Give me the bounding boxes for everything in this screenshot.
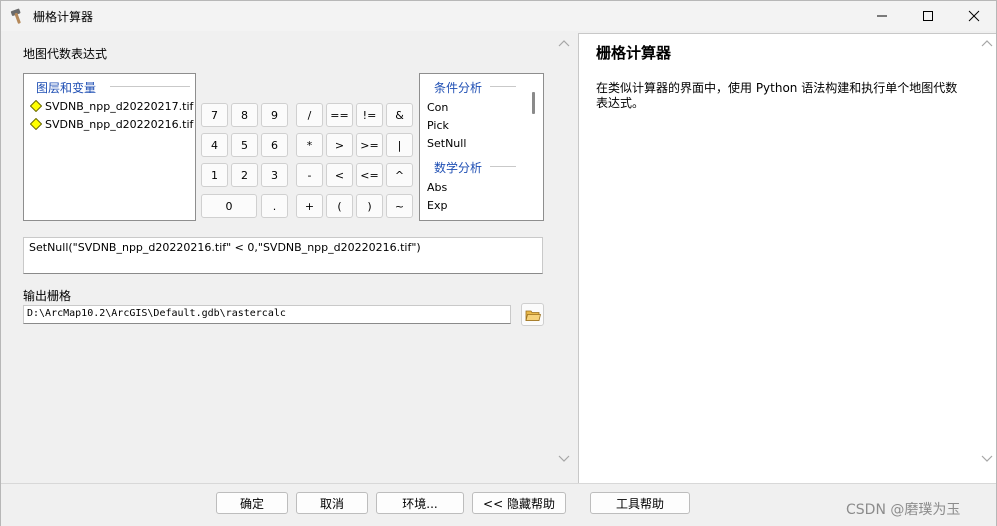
layer-item-1[interactable]: SVDNB_npp_d20220216.tif: [30, 115, 193, 133]
maximize-icon: [923, 11, 933, 21]
left-scrollbar[interactable]: [557, 35, 571, 471]
layer-name: SVDNB_npp_d20220217.tif: [45, 99, 194, 113]
tool-help-button[interactable]: 工具帮助: [590, 492, 690, 514]
folder-icon: [524, 310, 541, 321]
browse-button[interactable]: [521, 303, 544, 326]
key-3[interactable]: 3: [261, 163, 288, 187]
conditional-header: 条件分析: [434, 81, 483, 95]
expression-label: 地图代数表达式: [23, 47, 108, 61]
functions-scrollbar-thumb[interactable]: [532, 92, 535, 114]
title-bar: 栅格计算器: [1, 1, 996, 31]
help-description: 在类似计算器的界面中，使用 Python 语法构建和执行单个地图代数表达式。: [596, 81, 958, 110]
math-header: 数学分析: [434, 161, 483, 175]
functions-list[interactable]: 条件分析 Con Pick SetNull 数学分析 Abs Exp: [419, 73, 544, 221]
key-greater-equal[interactable]: >=: [356, 133, 383, 157]
function-con[interactable]: Con: [427, 101, 448, 114]
key-1[interactable]: 1: [201, 163, 228, 187]
help-pane: 栅格计算器 在类似计算器的界面中，使用 Python 语法构建和执行单个地图代数…: [578, 33, 996, 483]
key-close-paren[interactable]: ): [356, 194, 383, 218]
key-plus[interactable]: +: [296, 194, 323, 218]
key-5[interactable]: 5: [231, 133, 258, 157]
key-greater[interactable]: >: [326, 133, 353, 157]
key-minus[interactable]: -: [296, 163, 323, 187]
function-setnull[interactable]: SetNull: [427, 137, 466, 150]
key-or[interactable]: |: [386, 133, 413, 157]
help-title: 栅格计算器: [596, 44, 672, 62]
key-equal[interactable]: ==: [326, 103, 353, 127]
raster-calculator-window: 栅格计算器 地图代数表达式 图层和变量 SVDNB_npp_d20220217.…: [0, 0, 997, 526]
output-raster-input[interactable]: D:\ArcMap10.2\ArcGIS\Default.gdb\rasterc…: [23, 305, 511, 324]
minimize-button[interactable]: [859, 1, 905, 31]
key-decimal[interactable]: .: [261, 194, 288, 218]
hide-help-button[interactable]: << 隐藏帮助: [472, 492, 566, 514]
ok-button[interactable]: 确定: [216, 492, 288, 514]
watermark: CSDN @磨璞为玉: [846, 502, 961, 518]
key-0[interactable]: 0: [201, 194, 257, 218]
divider: [110, 86, 190, 87]
key-open-paren[interactable]: (: [326, 194, 353, 218]
raster-layer-icon: [30, 118, 42, 130]
key-multiply[interactable]: *: [296, 133, 323, 157]
cancel-button[interactable]: 取消: [296, 492, 368, 514]
key-less-equal[interactable]: <=: [356, 163, 383, 187]
key-xor[interactable]: ^: [386, 163, 413, 187]
output-raster-label: 输出栅格: [23, 289, 72, 303]
maximize-button[interactable]: [905, 1, 951, 31]
key-not-equal[interactable]: !=: [356, 103, 383, 127]
chevron-down-icon: [558, 455, 570, 462]
key-6[interactable]: 6: [261, 133, 288, 157]
help-scrollbar[interactable]: [980, 35, 994, 471]
layers-header: 图层和变量: [36, 81, 97, 95]
divider: [490, 166, 516, 167]
function-abs[interactable]: Abs: [427, 181, 447, 194]
key-divide[interactable]: /: [296, 103, 323, 127]
key-not[interactable]: ~: [386, 194, 413, 218]
function-pick[interactable]: Pick: [427, 119, 449, 132]
layer-item-0[interactable]: SVDNB_npp_d20220217.tif: [30, 97, 193, 115]
chevron-up-icon: [981, 40, 993, 47]
key-7[interactable]: 7: [201, 103, 228, 127]
close-icon: [968, 10, 980, 22]
key-and[interactable]: &: [386, 103, 413, 127]
layers-list[interactable]: 图层和变量 SVDNB_npp_d20220217.tif SVDNB_npp_…: [23, 73, 196, 221]
key-8[interactable]: 8: [231, 103, 258, 127]
chevron-up-icon: [558, 40, 570, 47]
key-less[interactable]: <: [326, 163, 353, 187]
key-9[interactable]: 9: [261, 103, 288, 127]
chevron-down-icon: [981, 455, 993, 462]
raster-layer-icon: [30, 100, 42, 112]
function-exp[interactable]: Exp: [427, 199, 447, 212]
layer-name: SVDNB_npp_d20220216.tif: [45, 117, 194, 131]
window-title: 栅格计算器: [33, 10, 94, 24]
close-button[interactable]: [951, 1, 997, 31]
hammer-icon: [10, 8, 21, 24]
environments-button[interactable]: 环境...: [376, 492, 464, 514]
key-4[interactable]: 4: [201, 133, 228, 157]
minimize-icon: [877, 15, 887, 17]
expression-input[interactable]: SetNull("SVDNB_npp_d20220216.tif" < 0,"S…: [23, 237, 543, 274]
divider: [490, 86, 516, 87]
key-2[interactable]: 2: [231, 163, 258, 187]
